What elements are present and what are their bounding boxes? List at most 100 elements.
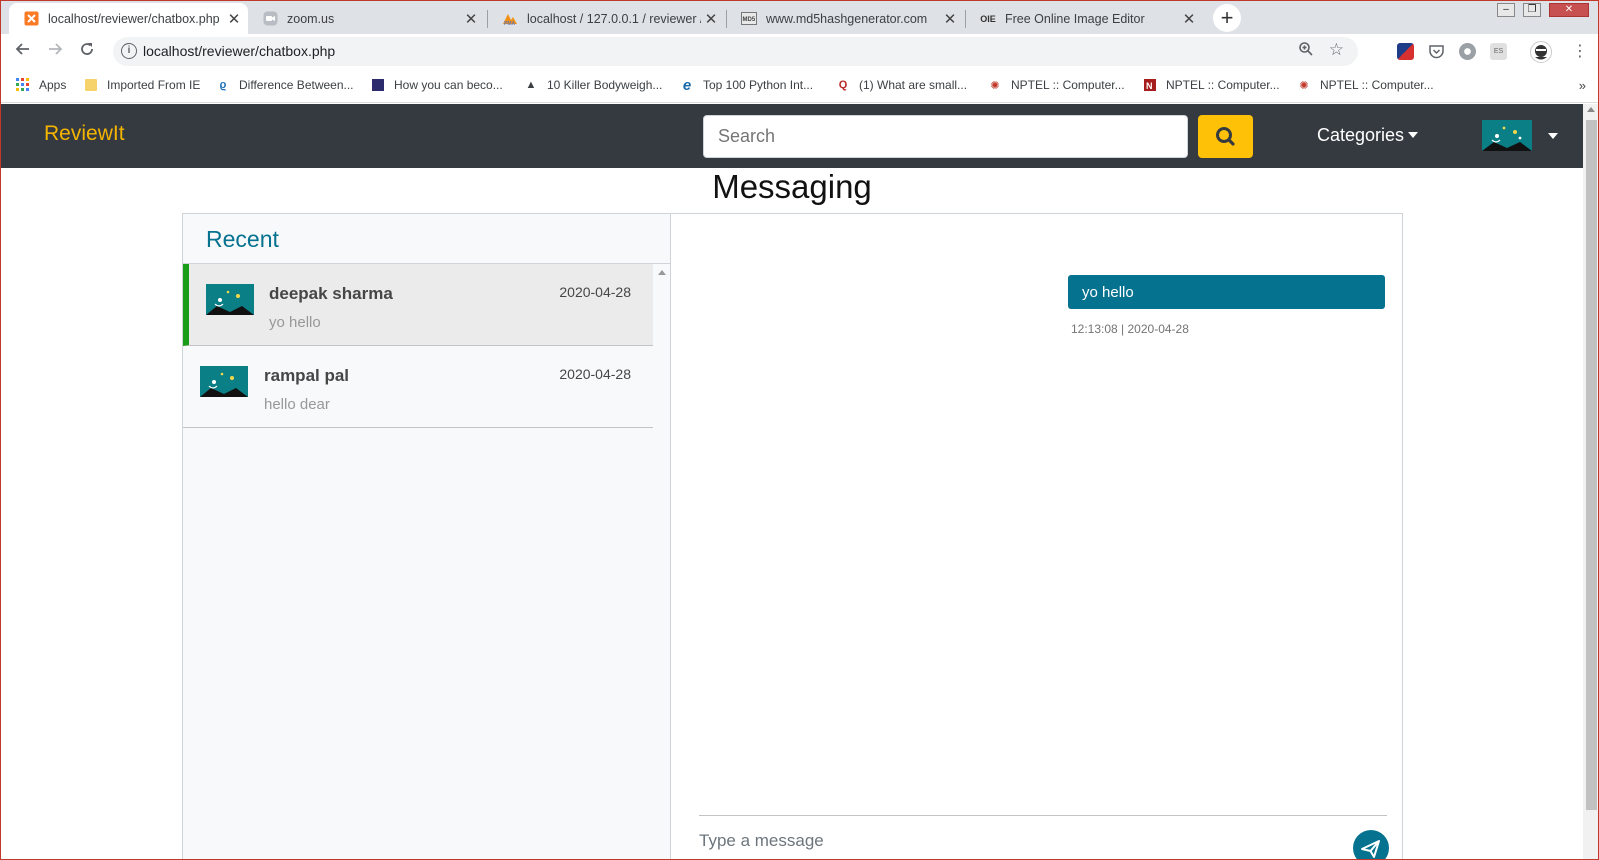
reload-icon [81, 43, 93, 55]
profile-avatar-icon[interactable] [1530, 41, 1552, 63]
bookmark-nptel-3[interactable]: ✺ NPTEL :: Computer... [1296, 77, 1433, 93]
close-tab-icon[interactable]: ✕ [1179, 10, 1199, 28]
bookmark-nptel-2[interactable]: N NPTEL :: Computer... [1142, 77, 1280, 93]
message-history: yo hello 12:13:08 | 2020-04-28 [672, 214, 1402, 859]
bookmark-killer-bodyweight[interactable]: ▲ 10 Killer Bodyweigh... [523, 77, 663, 93]
tab-image-editor[interactable]: OIE Free Online Image Editor ✕ [966, 3, 1203, 34]
bookmark-difference-between[interactable]: ϱ Difference Between... [215, 77, 354, 93]
bookmark-top-100-python[interactable]: e Top 100 Python Int... [679, 76, 813, 94]
reload-button[interactable] [76, 41, 98, 63]
svg-text:PMA: PMA [504, 21, 516, 26]
oie-favicon-icon: OIE [980, 13, 996, 24]
tab-phpmyadmin[interactable]: PMA localhost / 127.0.0.1 / reviewer / ✕ [488, 3, 725, 34]
quora-favicon-icon: Q [838, 79, 848, 91]
more-bookmarks-button[interactable]: » [1579, 78, 1586, 93]
conversation-item[interactable]: deepak sharma 2020-04-28 yo hello [183, 264, 653, 346]
categories-dropdown[interactable]: Categories [1317, 125, 1419, 146]
paper-plane-icon [1361, 840, 1380, 858]
bookmark-apps[interactable]: Apps [15, 77, 66, 93]
close-tab-icon[interactable]: ✕ [461, 10, 481, 28]
browser-menu-icon[interactable]: ⋮ [1569, 41, 1591, 63]
avatar-image-icon [1482, 120, 1532, 151]
tab-strip: localhost/reviewer/chatbox.php ✕ zoom.us… [1, 1, 1598, 34]
recent-header: Recent [183, 214, 670, 264]
contact-avatar-icon [200, 366, 248, 397]
forward-arrow-icon [49, 43, 63, 55]
recent-heading: Recent [206, 226, 279, 252]
page-title: Messaging [712, 168, 872, 205]
message-timestamp: 12:13:08 | 2020-04-28 [1071, 322, 1189, 336]
nptel-favicon-icon: ✺ [990, 79, 1000, 92]
send-button[interactable] [1353, 830, 1389, 859]
close-tab-icon[interactable]: ✕ [701, 10, 721, 28]
close-tab-icon[interactable]: ✕ [940, 10, 960, 28]
conversation-item[interactable]: rampal pal 2020-04-28 hello dear [183, 346, 653, 428]
zoom-icon[interactable] [1298, 41, 1314, 61]
conversation-preview: hello dear [264, 396, 330, 413]
md5-favicon-icon: MD5 [741, 11, 757, 27]
new-tab-button[interactable]: + [1213, 4, 1241, 32]
bookmark-how-you-can-become[interactable]: How you can beco... [370, 77, 503, 93]
address-bar[interactable]: i localhost/reviewer/chatbox.php ☆ [113, 37, 1358, 66]
info-icon[interactable]: i [121, 43, 137, 59]
svg-text:MD5: MD5 [743, 17, 756, 23]
tab-zoom[interactable]: zoom.us ✕ [248, 3, 485, 34]
folder-icon [83, 77, 99, 93]
bookmarks-bar: Apps Imported From IE ϱ Difference Betwe… [1, 69, 1598, 103]
messaging-panel: Recent deepak sharma 2020-04-28 yo hello [182, 213, 1403, 859]
message-composer [699, 815, 1389, 859]
close-tab-icon[interactable]: ✕ [224, 10, 244, 28]
zoom-favicon-icon [262, 11, 278, 27]
search-button[interactable] [1198, 115, 1253, 158]
back-button[interactable] [12, 41, 34, 63]
phpmyadmin-favicon-icon: PMA [502, 11, 518, 27]
bookmark-what-are-small[interactable]: Q (1) What are small... [835, 77, 967, 93]
conversation-preview: yo hello [269, 314, 321, 331]
dropdown-caret-icon [1408, 132, 1419, 138]
message-input[interactable] [699, 831, 1319, 851]
tab-chatbox[interactable]: localhost/reviewer/chatbox.php ✕ [9, 3, 248, 34]
xampp-favicon-icon [23, 11, 39, 27]
scroll-up-arrow-icon[interactable] [1587, 107, 1595, 112]
bookmark-star-icon[interactable]: ☆ [1329, 40, 1344, 60]
outgoing-message-bubble: yo hello [1068, 275, 1385, 309]
pocket-icon[interactable] [1428, 43, 1445, 60]
bookmark-nptel-1[interactable]: ✺ NPTEL :: Computer... [987, 77, 1124, 93]
conversation-date: 2020-04-28 [559, 366, 631, 382]
site-navbar: ReviewIt Categories [1, 104, 1583, 168]
tab-md5[interactable]: MD5 www.md5hashgenerator.com ✕ [727, 3, 964, 34]
browser-window: localhost/reviewer/chatbox.php ✕ zoom.us… [0, 0, 1599, 860]
conversation-date: 2020-04-28 [559, 284, 631, 300]
user-avatar[interactable] [1482, 120, 1532, 151]
search-input[interactable] [703, 115, 1188, 158]
bookmark-favicon-icon: ϱ [219, 79, 227, 91]
extension-circle-icon[interactable] [1459, 43, 1476, 60]
bookmark-favicon-icon [370, 77, 386, 93]
bookmark-favicon-icon: ▲ [525, 79, 537, 91]
brand-logo[interactable]: ReviewIt [44, 122, 125, 146]
close-window-button[interactable]: ✕ [1549, 3, 1589, 17]
user-menu-caret-icon[interactable] [1548, 133, 1558, 139]
bookmark-imported-from-ie[interactable]: Imported From IE [83, 77, 200, 93]
minimize-button[interactable]: ‒ [1497, 3, 1515, 17]
apps-grid-icon [15, 77, 31, 93]
inbox-sidebar: Recent deepak sharma 2020-04-28 yo hello [183, 214, 671, 859]
nptel-favicon-icon: ✺ [1299, 79, 1309, 92]
extension-es-icon[interactable]: ES [1490, 43, 1507, 60]
bookmark-favicon-icon: e [682, 76, 692, 94]
svg-text:N: N [1146, 81, 1153, 91]
browser-toolbar: i localhost/reviewer/chatbox.php ☆ ES ⋮ [1, 34, 1598, 69]
conversation-list: deepak sharma 2020-04-28 yo hello rampal… [183, 264, 653, 859]
nptel-favicon-icon: N [1142, 77, 1158, 93]
contact-name: deepak sharma [269, 284, 393, 303]
forward-button[interactable] [44, 41, 66, 63]
contact-avatar-icon [206, 284, 254, 315]
page-scrollbar[interactable] [1583, 104, 1598, 859]
scrollbar-thumb[interactable] [1586, 120, 1597, 810]
conversation-list-scrollbar[interactable] [653, 264, 671, 859]
maximize-button[interactable]: ❐ [1523, 3, 1541, 17]
extension-flag-icon[interactable] [1397, 43, 1414, 60]
scroll-up-arrow-icon[interactable] [658, 270, 666, 275]
contact-name: rampal pal [264, 366, 350, 385]
back-arrow-icon [15, 43, 29, 55]
